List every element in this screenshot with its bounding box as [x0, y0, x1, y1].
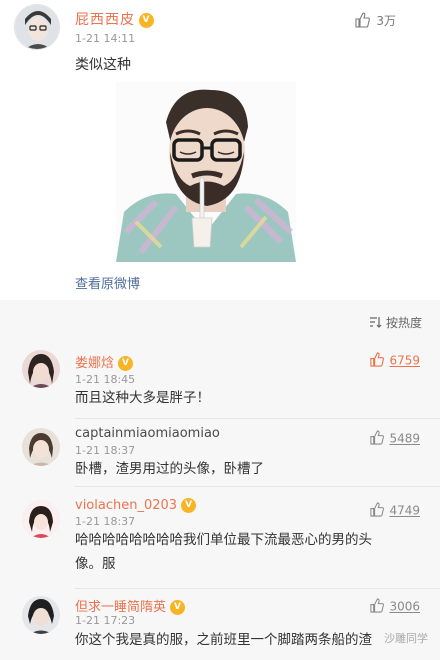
- post-text: 类似这种: [75, 57, 131, 73]
- thumbs-up-icon: [354, 12, 371, 31]
- commenter-name-text[interactable]: 娄娜焓: [75, 356, 114, 371]
- comment-text: 哈哈哈哈哈哈哈哈我们单位最下流最恶心的男的头 像。服: [75, 528, 425, 576]
- comment-divider: [75, 418, 440, 419]
- comment-item: captainmiaomiaomiao 1-21 18:37 5489 卧槽，渣…: [0, 424, 440, 492]
- commenter-name-text[interactable]: violachen_0203: [75, 498, 177, 513]
- comment-like-count: 3006: [389, 599, 420, 614]
- comment-like-count: 4749: [389, 503, 420, 518]
- comment-timestamp: 1-21 17:23: [75, 614, 136, 627]
- comment-item: 但求一睡简隋英 V 1-21 17:23 3006 你这个我是真的服，之前班里一个…: [0, 592, 440, 660]
- comment-like-button[interactable]: 3006: [369, 598, 420, 616]
- watermark: 沙雕同学: [384, 632, 428, 645]
- post-author-name[interactable]: 屁西西皮 V: [75, 9, 154, 29]
- comment-divider: [75, 588, 440, 589]
- commenter-avatar[interactable]: [22, 350, 60, 388]
- comment-line: 你这个我是真的服，之前班里一个脚踏两条船的渣: [75, 632, 372, 648]
- commenter-avatar[interactable]: [22, 596, 60, 634]
- post-author-text[interactable]: 屁西西皮: [75, 12, 135, 28]
- comment-line: 哈哈哈哈哈哈哈哈我们单位最下流最恶心的男的头: [75, 532, 372, 548]
- commenter-avatar[interactable]: [22, 428, 60, 466]
- commenter-name-text[interactable]: 但求一睡简隋英: [75, 600, 166, 615]
- comment-timestamp: 1-21 18:37: [75, 515, 136, 528]
- commenter-name[interactable]: captainmiaomiaomiao: [75, 426, 220, 441]
- commenter-name[interactable]: violachen_0203 V: [75, 498, 197, 513]
- commenter-name[interactable]: 但求一睡简隋英 V: [75, 596, 186, 615]
- comment-like-count: 6759: [389, 353, 420, 368]
- vip-crown-icon: V: [170, 600, 186, 615]
- thumbs-up-icon: [369, 430, 385, 448]
- thumbs-up-icon: [369, 352, 385, 370]
- comment-item: violachen_0203 V 1-21 18:37 4749 哈哈哈哈哈哈哈哈…: [0, 492, 440, 592]
- comment-item: 娄娜焓 V 1-21 18:45 6759 而且这种大多是胖子！: [0, 346, 440, 416]
- comment-line: 像。服: [75, 556, 116, 572]
- sort-label: 按热度: [385, 316, 422, 330]
- vip-crown-icon: V: [139, 12, 154, 28]
- post-image[interactable]: [116, 82, 296, 262]
- post-author-avatar[interactable]: [14, 4, 60, 50]
- post-like-button[interactable]: 3万: [354, 12, 396, 31]
- comment-timestamp: 1-21 18:37: [75, 444, 136, 457]
- comment-timestamp: 1-21 18:45: [75, 373, 136, 386]
- comment-like-button[interactable]: 5489: [369, 430, 420, 448]
- commenter-avatar[interactable]: [22, 500, 60, 538]
- comment-line: 而且这种大多是胖子！: [75, 390, 210, 406]
- comment-text: 你这个我是真的服，之前班里一个脚踏两条船的渣: [75, 628, 425, 652]
- post-timestamp: 1-21 14:11: [75, 32, 136, 45]
- sort-by-hot-button[interactable]: 按热度: [369, 314, 422, 331]
- sort-icon: [369, 316, 382, 331]
- comment-line: 卧槽，渣男用过的头像，卧槽了: [75, 461, 264, 477]
- thumbs-up-icon: [369, 502, 385, 520]
- comment-like-button[interactable]: 6759: [369, 352, 420, 370]
- comment-divider: [75, 486, 440, 487]
- vip-crown-icon: V: [118, 356, 134, 371]
- thumbs-up-icon: [369, 598, 385, 616]
- original-post: 屁西西皮 V 1-21 14:11 3万 类似这种 查看原微博: [0, 0, 440, 300]
- comments-section: 按热度 娄娜焓 V 1-21 18:45 6759 而且这种大多是胖子！ capt…: [0, 300, 440, 660]
- comment-like-button[interactable]: 4749: [369, 502, 420, 520]
- commenter-name[interactable]: 娄娜焓 V: [75, 352, 134, 371]
- view-original-weibo-link[interactable]: 查看原微博: [75, 273, 140, 292]
- comment-text: 而且这种大多是胖子！: [75, 386, 425, 410]
- post-image-illustration: [116, 82, 296, 262]
- post-like-count: 3万: [376, 14, 396, 28]
- comment-like-count: 5489: [389, 431, 420, 446]
- vip-crown-icon: V: [181, 498, 197, 513]
- comment-text: 卧槽，渣男用过的头像，卧槽了: [75, 457, 425, 481]
